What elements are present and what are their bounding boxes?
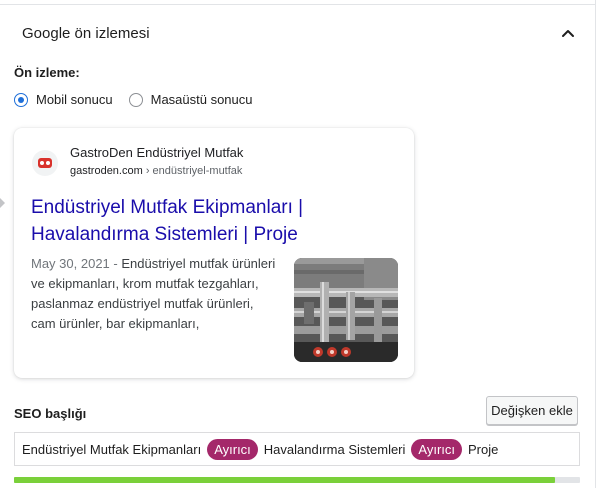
seo-title-label: SEO başlığı <box>14 406 87 421</box>
site-domain: gastroden.com <box>70 165 143 177</box>
result-thumbnail <box>294 258 398 362</box>
panel-title: Google ön izlemesi <box>22 25 150 42</box>
result-snippet: May 30, 2021 - Endüstriyel mutfak ürünle… <box>31 254 279 334</box>
site-breadcrumb: › endüstriyel-mutfak <box>142 165 243 177</box>
site-name: GastroDen Endüstriyel Mutfak <box>70 145 244 160</box>
desktop-result-label: Masaüstü sonucu <box>150 92 253 107</box>
preview-label: Ön izleme: <box>14 65 80 80</box>
separator-variable-pill[interactable]: Ayırıcı <box>411 438 463 460</box>
mobile-result-label: Mobil sonucu <box>36 92 113 107</box>
favicon-logo <box>38 158 52 168</box>
mobile-result-option[interactable]: Mobil sonucu <box>14 92 113 107</box>
site-favicon-icon <box>32 150 58 176</box>
side-arrow-icon <box>0 198 5 208</box>
result-title-link[interactable]: Endüstriyel Mutfak Ekipmanları | Havalan… <box>31 194 401 248</box>
top-divider <box>0 4 596 5</box>
preview-mode-group: Mobil sonucu Masaüstü sonucu <box>14 92 253 107</box>
title-text-segment: Havalandırma Sistemleri <box>263 441 406 457</box>
pipes-thumbnail-icon <box>294 258 398 362</box>
site-url: gastroden.com › endüstriyel-mutfak <box>70 165 242 177</box>
separator-variable-pill[interactable]: Ayırıcı <box>207 438 258 460</box>
date-separator: - <box>109 256 122 271</box>
seo-title-progress-bar <box>14 477 580 483</box>
title-text-segment: Endüstriyel Mutfak Ekipmanları <box>22 441 202 457</box>
desktop-result-radio[interactable] <box>128 92 143 107</box>
search-result-card: GastroDen Endüstriyel Mutfak gastroden.c… <box>14 128 414 378</box>
chevron-up-icon[interactable] <box>559 26 577 40</box>
seo-title-input[interactable]: Endüstriyel Mutfak Ekipmanları Ayırıcı H… <box>14 432 580 466</box>
insert-variable-button[interactable]: Değişken ekle <box>486 396 578 425</box>
result-date: May 30, 2021 <box>31 256 110 271</box>
seo-title-progress-fill <box>14 477 555 483</box>
desktop-result-option[interactable]: Masaüstü sonucu <box>128 92 253 107</box>
title-text-segment: Proje <box>468 441 499 457</box>
mobile-result-radio[interactable] <box>14 92 28 107</box>
